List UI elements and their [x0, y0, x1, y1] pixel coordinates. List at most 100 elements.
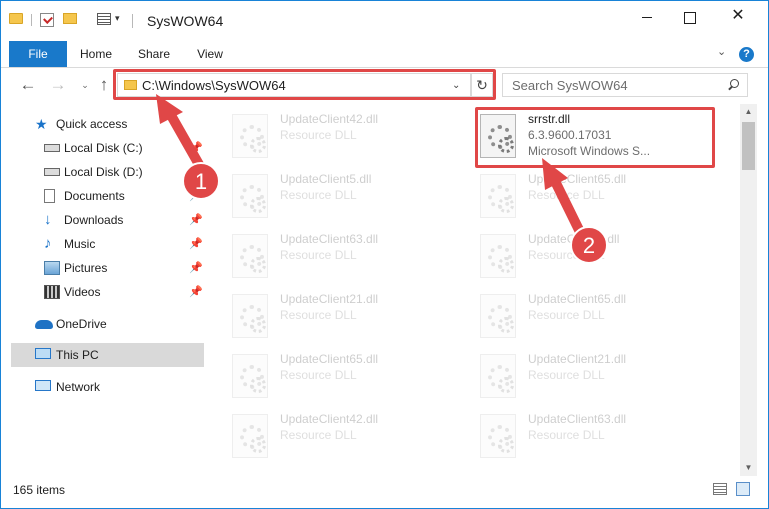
network-icon: [35, 380, 51, 391]
pin-icon[interactable]: 📌: [189, 189, 203, 202]
sidebar-item-label: Pictures: [64, 261, 108, 275]
sidebar-item-this-pc[interactable]: This PC: [11, 343, 204, 367]
status-bar: 165 items: [1, 477, 768, 508]
scrollbar-thumb[interactable]: [742, 122, 755, 170]
sidebar-item-pictures[interactable]: Pictures 📌: [11, 256, 204, 280]
folder-icon[interactable]: [9, 13, 23, 24]
quick-access-divider: [31, 14, 32, 26]
file-item[interactable]: UpdateClient42.dll Resource DLL: [232, 410, 462, 469]
navigation-pane: ★ Quick access Local Disk (C:) 📌 Local D…: [1, 104, 204, 469]
file-description: Microsoft Windows S...: [528, 144, 651, 158]
file-name: UpdateClient63.dll: [528, 412, 627, 426]
maximize-button[interactable]: [667, 1, 713, 33]
file-name: UpdateClient21.dll: [528, 352, 627, 366]
pin-icon[interactable]: 📌: [189, 141, 203, 154]
dll-file-icon: [232, 294, 268, 338]
search-icon[interactable]: [725, 77, 741, 93]
file-type: Resource DLL: [280, 248, 357, 262]
sidebar-item-local-disk-d[interactable]: Local Disk (D:): [11, 160, 204, 184]
help-icon[interactable]: ?: [739, 47, 754, 62]
file-name: UpdateClient65.dll: [528, 172, 627, 186]
file-type: Resource DLL: [528, 368, 605, 382]
pin-icon[interactable]: 📌: [189, 237, 203, 250]
address-bar[interactable]: C:\Windows\SysWOW64 ⌄: [117, 73, 471, 97]
pc-icon: [35, 348, 51, 359]
file-item[interactable]: UpdateClient42.dll Resource DLL: [232, 110, 462, 170]
pin-icon[interactable]: 📌: [189, 213, 203, 226]
sidebar-item-quick-access[interactable]: ★ Quick access: [11, 112, 204, 136]
file-item[interactable]: UpdateClient5.dll Resource DLL: [232, 170, 462, 230]
search-input[interactable]: Search SysWOW64: [502, 73, 748, 97]
pin-icon[interactable]: 📌: [189, 261, 203, 274]
tab-home[interactable]: Home: [71, 41, 121, 67]
file-item[interactable]: UpdateClient63.dll Resource DLL: [480, 410, 710, 469]
view-options-icon[interactable]: [97, 13, 111, 25]
drive-icon: [44, 168, 60, 176]
pictures-icon: [44, 261, 60, 275]
file-item[interactable]: UpdateClient5.dll Resource DLL: [480, 230, 710, 290]
file-type: Resource DLL: [280, 428, 357, 442]
tab-view[interactable]: View: [185, 41, 235, 67]
file-type: Resource DLL: [528, 428, 605, 442]
file-item[interactable]: UpdateClient21.dll Resource DLL: [232, 290, 462, 350]
file-item[interactable]: UpdateClient63.dll Resource DLL: [232, 230, 462, 290]
up-button[interactable]: ↑: [93, 74, 115, 96]
sidebar-item-label: Quick access: [56, 117, 128, 131]
vertical-scrollbar[interactable]: ▲ ▼: [740, 104, 757, 476]
sidebar-item-music[interactable]: ♪ Music 📌: [11, 232, 204, 256]
properties-icon[interactable]: [40, 13, 54, 27]
documents-icon: [44, 189, 55, 203]
address-dropdown-icon[interactable]: ⌄: [452, 80, 460, 91]
file-name: UpdateClient65.dll: [280, 352, 379, 366]
large-icons-view-icon[interactable]: [736, 482, 750, 496]
file-name: UpdateClient21.dll: [280, 292, 379, 306]
file-item[interactable]: UpdateClient65.dll Resource DLL: [232, 350, 462, 410]
sidebar-item-label: Network: [56, 380, 101, 394]
title-divider: [132, 14, 133, 28]
scroll-up-icon[interactable]: ▲: [740, 104, 757, 120]
explorer-window: ▾ SysWOW64 ✕ File Home Share View ⌄ ? ← …: [0, 0, 769, 509]
file-type: Resource DLL: [528, 248, 605, 262]
dll-file-icon: [480, 174, 516, 218]
sidebar-item-label: OneDrive: [56, 317, 107, 331]
sidebar-item-videos[interactable]: Videos 📌: [11, 280, 204, 304]
file-item-srrstr[interactable]: srrstr.dll 6.3.9600.17031 Microsoft Wind…: [480, 110, 710, 170]
sidebar-item-downloads[interactable]: ↓ Downloads 📌: [11, 208, 204, 232]
scroll-down-icon[interactable]: ▼: [740, 460, 757, 476]
expand-ribbon-icon[interactable]: ⌄: [717, 45, 731, 61]
file-name: UpdateClient65.dll: [528, 292, 627, 306]
address-path[interactable]: C:\Windows\SysWOW64: [142, 78, 286, 93]
file-item[interactable]: UpdateClient65.dll Resource DLL: [480, 170, 710, 230]
sidebar-item-onedrive[interactable]: OneDrive: [11, 312, 204, 336]
sidebar-item-label: Documents: [64, 189, 125, 203]
file-name: UpdateClient42.dll: [280, 112, 379, 126]
back-button[interactable]: ←: [17, 74, 39, 96]
refresh-button[interactable]: ↻: [471, 73, 493, 97]
dll-file-icon: [232, 354, 268, 398]
file-name: UpdateClient42.dll: [280, 412, 379, 426]
sidebar-item-local-disk-c[interactable]: Local Disk (C:) 📌: [11, 136, 204, 160]
sidebar-item-label: Downloads: [64, 213, 124, 227]
file-type: Resource DLL: [280, 128, 357, 142]
sidebar-item-label: Videos: [64, 285, 101, 299]
pin-icon[interactable]: 📌: [189, 285, 203, 298]
close-button[interactable]: ✕: [715, 1, 761, 33]
file-name: UpdateClient5.dll: [528, 232, 620, 246]
forward-button[interactable]: →: [47, 74, 69, 96]
drive-icon: [44, 144, 60, 152]
minimize-button[interactable]: [625, 1, 671, 33]
dll-file-icon: [480, 294, 516, 338]
search-placeholder: Search SysWOW64: [512, 78, 628, 93]
quick-access-dropdown-icon[interactable]: ▾: [115, 13, 120, 24]
details-view-icon[interactable]: [713, 483, 727, 495]
file-item[interactable]: UpdateClient65.dll Resource DLL: [480, 290, 710, 350]
file-item[interactable]: UpdateClient21.dll Resource DLL: [480, 350, 710, 410]
tab-file[interactable]: File: [9, 41, 67, 67]
new-folder-icon[interactable]: [63, 13, 77, 24]
star-icon: ★: [35, 116, 48, 132]
music-icon: ♪: [44, 235, 52, 252]
sidebar-item-documents[interactable]: Documents 📌: [11, 184, 204, 208]
tab-share[interactable]: Share: [129, 41, 179, 67]
sidebar-item-network[interactable]: Network: [11, 375, 204, 399]
item-count: 165 items: [13, 483, 66, 497]
